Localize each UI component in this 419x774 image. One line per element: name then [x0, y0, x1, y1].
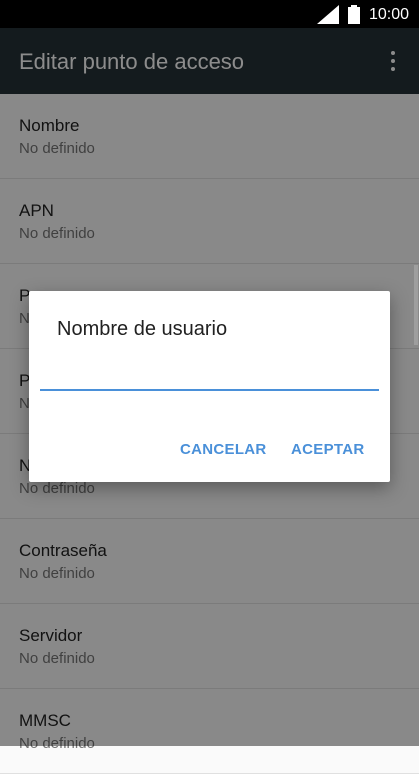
dialog-title: Nombre de usuario: [57, 318, 228, 340]
status-bar: 10:00: [0, 0, 419, 28]
battery-icon: [348, 5, 360, 24]
cancel-button[interactable]: CANCELAR: [180, 441, 267, 459]
accept-button[interactable]: ACEPTAR: [291, 441, 365, 459]
username-dialog: Nombre de usuario CANCELAR ACEPTAR: [29, 291, 390, 482]
scrollbar[interactable]: [414, 265, 418, 345]
username-input[interactable]: [40, 361, 379, 391]
cell-signal-icon: [317, 5, 339, 24]
clock: 10:00: [369, 6, 410, 23]
